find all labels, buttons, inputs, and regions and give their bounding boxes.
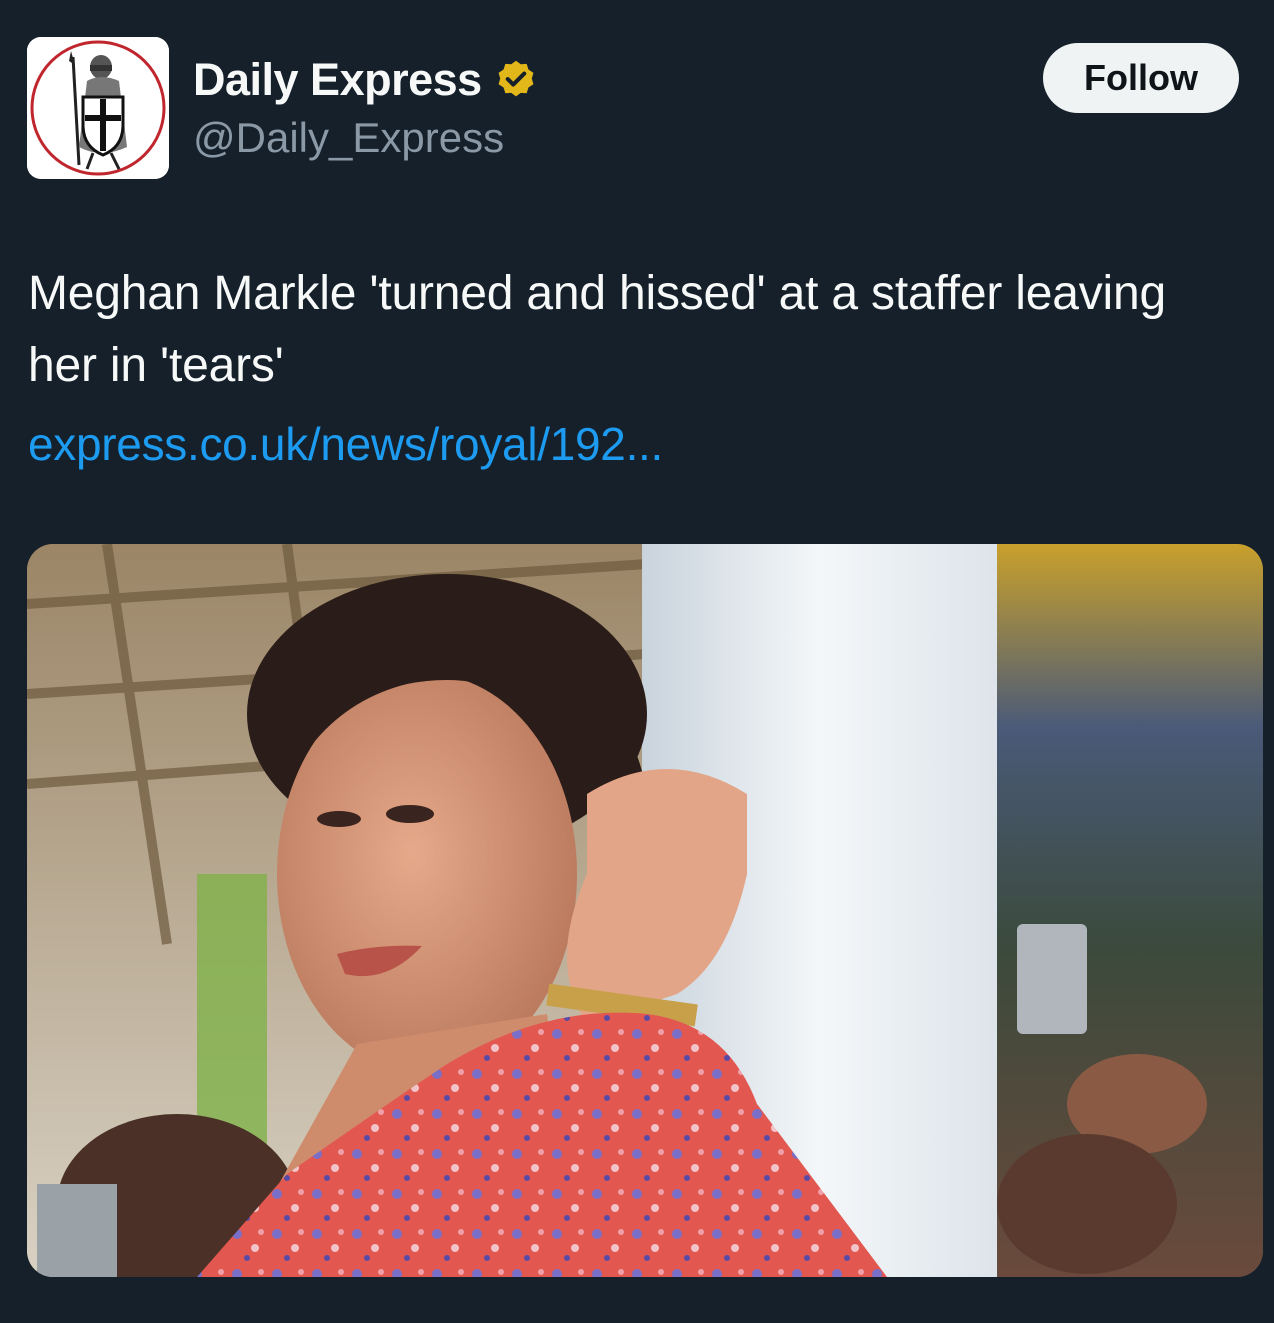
crusader-knight-logo-icon (27, 37, 169, 179)
tweet-text: Meghan Markle 'turned and hissed' at a s… (28, 267, 1166, 392)
follow-button[interactable]: Follow (1043, 43, 1239, 113)
verified-badge-icon[interactable] (494, 58, 538, 102)
tweet-media-image[interactable] (27, 544, 1263, 1277)
tweet: Daily Express @Daily_Express Follow Megh… (0, 0, 1274, 1323)
article-photo-image (27, 544, 1263, 1277)
handle[interactable]: @Daily_Express (193, 112, 504, 164)
name-row: Daily Express (193, 50, 538, 110)
article-link[interactable]: express.co.uk/news/royal/192... (28, 408, 663, 480)
avatar[interactable] (27, 37, 169, 179)
display-name[interactable]: Daily Express (193, 50, 482, 110)
